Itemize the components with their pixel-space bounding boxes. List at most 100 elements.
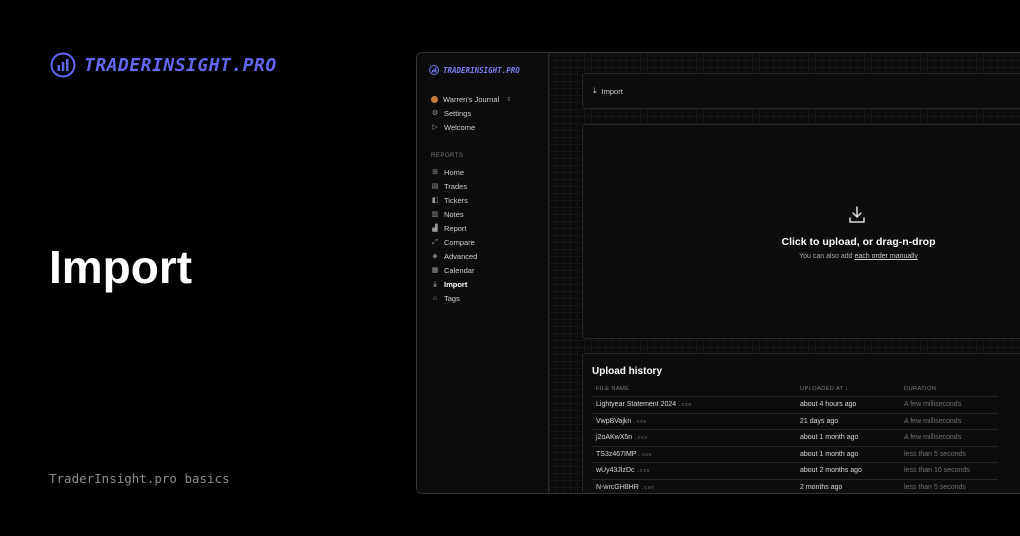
sidebar-item-advanced[interactable]: ◈ Advanced xyxy=(431,252,477,261)
file-name: VwpBVajkn xyxy=(596,417,632,425)
sidebar-item-tags[interactable]: ⌂ Tags xyxy=(431,294,460,303)
journal-switcher[interactable]: Warren's Journal ⇕ xyxy=(431,95,511,104)
file-name-cell: wUy43JlzDc .csv xyxy=(592,462,796,479)
hero-subtitle: TraderInsight.pro basics xyxy=(49,471,230,486)
chevron-updown-icon: ⇕ xyxy=(506,97,512,103)
column-header-file-name[interactable]: FILE NAME xyxy=(592,382,796,397)
table-row[interactable]: wUy43JlzDc .csv about 2 months ago less … xyxy=(592,462,998,479)
compare-icon: ⤢ xyxy=(432,238,438,246)
table-row[interactable]: j2oAKwX5n .csv about 1 month ago A few m… xyxy=(592,429,998,446)
upload-history-card: Upload history FILE NAME UPLOADED AT ↓ D… xyxy=(582,353,1020,493)
hero-brand: TRADERINSIGHT.PRO xyxy=(50,52,277,78)
duration-cell: A few milliseconds xyxy=(900,412,998,430)
page-title: Import xyxy=(49,241,193,293)
duration-cell: A few milliseconds xyxy=(900,396,998,413)
sidebar-item-label: Compare xyxy=(444,238,475,247)
calendar-icon: ▦ xyxy=(431,266,439,274)
column-header-duration[interactable]: DURATION xyxy=(900,382,998,397)
document-icon: ▤ xyxy=(431,182,439,190)
file-name-cell: VwpBVajkn .csv xyxy=(592,412,796,430)
file-name: N-wrcGH8HR xyxy=(596,483,639,491)
bar-chart-icon: ▟ xyxy=(432,224,438,232)
table-row[interactable]: VwpBVajkn .csv 21 days ago A few millise… xyxy=(592,412,998,430)
advanced-icon: ◈ xyxy=(432,252,438,260)
section-label-reports: REPORTS xyxy=(431,153,464,159)
upload-dropzone[interactable]: Click to upload, or drag-n-drop You can … xyxy=(582,124,1020,339)
play-icon: ▷ xyxy=(432,123,438,131)
import-header-label: ⤓ Import xyxy=(593,86,623,96)
sidebar-item-import[interactable]: ⤓ Import xyxy=(431,280,467,289)
sidebar-item-label: Trades xyxy=(444,182,468,191)
app-window: TRADERINSIGHT.PRO Warren's Journal ⇕ ⚙ S… xyxy=(416,52,1020,494)
sidebar-item-welcome[interactable]: ▷ Welcome xyxy=(431,123,475,132)
uploaded-at-cell: about 1 month ago xyxy=(796,429,900,446)
tags-icon: ⌂ xyxy=(432,294,438,302)
journal-name: Warren's Journal xyxy=(443,95,500,104)
file-name-cell: N-wrcGH8HR .csv xyxy=(592,478,796,493)
file-ext: .csv xyxy=(638,451,652,458)
sidebar-item-report[interactable]: ▟ Report xyxy=(431,224,467,233)
tag-icon: ◧ xyxy=(431,196,439,204)
grid-icon: ⊞ xyxy=(432,168,438,176)
uploaded-at-cell: about 4 hours ago xyxy=(796,396,900,413)
sidebar-item-home[interactable]: ⊞ Home xyxy=(431,168,464,177)
sidebar-item-calendar[interactable]: ▦ Calendar xyxy=(431,266,475,275)
file-name: wUy43JlzDc xyxy=(596,467,635,475)
sidebar-item-compare[interactable]: ⤢ Compare xyxy=(431,238,475,247)
upload-history-title: Upload history xyxy=(592,366,663,377)
table-row[interactable]: TS3z467IMP .csv about 1 month ago less t… xyxy=(592,445,998,463)
sidebar-item-label: Import xyxy=(444,280,468,289)
file-name-cell: j2oAKwX5n .csv xyxy=(592,429,796,446)
sidebar-item-label: Advanced xyxy=(444,252,478,261)
sidebar-item-label: Tickers xyxy=(444,196,468,205)
sidebar-item-notes[interactable]: ▥ Notes xyxy=(431,210,464,219)
upload-history-table: FILE NAME UPLOADED AT ↓ DURATION Lightye… xyxy=(592,382,998,493)
sidebar: TRADERINSIGHT.PRO Warren's Journal ⇕ ⚙ S… xyxy=(417,53,549,493)
gear-icon: ⚙ xyxy=(431,109,439,117)
duration-cell: less than 10 seconds xyxy=(900,462,998,479)
column-header-uploaded-at[interactable]: UPLOADED AT ↓ xyxy=(796,382,900,397)
sidebar-item-label: Welcome xyxy=(444,123,476,132)
uploaded-at-cell: about 2 months ago xyxy=(796,462,900,479)
file-ext: .csv xyxy=(633,418,647,425)
file-name-cell: TS3z467IMP .csv xyxy=(592,445,796,463)
file-ext: .csv xyxy=(636,468,650,475)
uploaded-at-cell: 21 days ago xyxy=(796,412,900,430)
sidebar-brand[interactable]: TRADERINSIGHT.PRO xyxy=(429,65,520,75)
sidebar-item-label: Calendar xyxy=(444,266,475,275)
sidebar-item-label: Notes xyxy=(444,210,464,219)
sidebar-item-label: Report xyxy=(444,224,467,233)
sidebar-item-label: Settings xyxy=(444,109,472,118)
file-ext: .csv xyxy=(678,402,692,409)
sidebar-brand-name: TRADERINSIGHT.PRO xyxy=(443,65,520,75)
dropzone-subtitle-text: You can also add xyxy=(799,253,855,260)
duration-cell: A few milliseconds xyxy=(900,429,998,446)
uploaded-at-cell: about 1 month ago xyxy=(796,445,900,463)
avatar-icon xyxy=(431,96,438,103)
sidebar-item-label: Home xyxy=(444,168,465,177)
brand-logo-icon xyxy=(429,65,439,75)
sidebar-item-label: Tags xyxy=(444,294,460,303)
sidebar-item-tickers[interactable]: ◧ Tickers xyxy=(431,196,468,205)
duration-cell: less than 5 seconds xyxy=(900,445,998,463)
note-icon: ▥ xyxy=(431,210,439,218)
file-ext: .csv xyxy=(634,435,648,442)
duration-cell: less than 5 seconds xyxy=(900,478,998,493)
brand-logo-icon xyxy=(50,52,76,78)
dropzone-title: Click to upload, or drag-n-drop xyxy=(781,236,936,248)
sidebar-item-settings[interactable]: ⚙ Settings xyxy=(431,109,471,118)
import-header: ⤓ Import xyxy=(582,73,1020,109)
header-title: Import xyxy=(601,86,623,96)
table-row[interactable]: Lightyear Statement 2024 .csv about 4 ho… xyxy=(592,396,998,413)
file-name: TS3z467IMP xyxy=(596,450,637,458)
add-order-manually-link[interactable]: each order manually xyxy=(854,253,917,260)
upload-download-icon xyxy=(849,206,865,223)
sidebar-item-trades[interactable]: ▤ Trades xyxy=(431,182,467,191)
file-name: j2oAKwX5n xyxy=(596,434,633,442)
uploaded-at-cell: 2 months ago xyxy=(796,478,900,493)
file-ext: .csv xyxy=(640,484,654,491)
table-row[interactable]: N-wrcGH8HR .csv 2 months ago less than 5… xyxy=(592,478,998,493)
download-icon: ⤓ xyxy=(593,86,597,95)
file-name: Lightyear Statement 2024 xyxy=(596,401,677,409)
main-content: ⤓ Import Click to upload, or drag-n-drop… xyxy=(549,53,1020,493)
